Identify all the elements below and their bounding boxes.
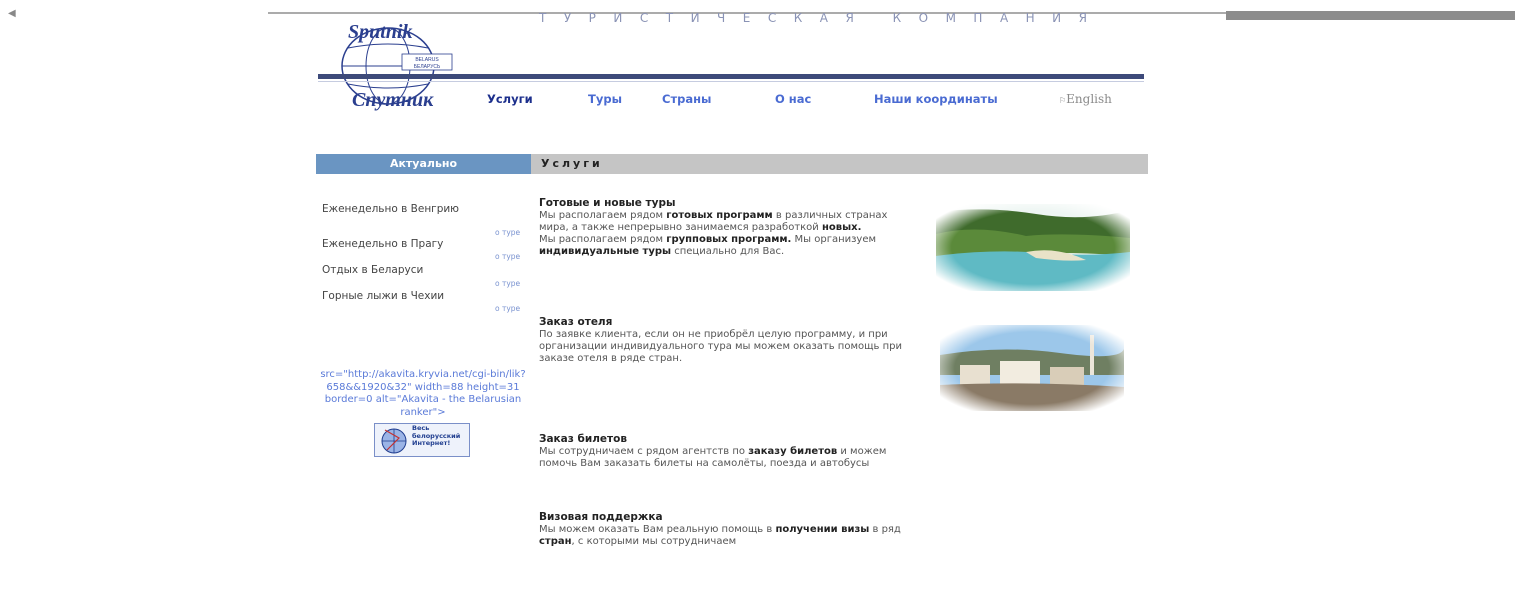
section-text-tours: Мы располагаем рядом готовых программ в … [539, 210, 888, 257]
sidebar-item-hungary[interactable]: Еженедельно в Венгрию [322, 203, 459, 215]
company-tagline: ТУРИСТИЧЕСКАЯ КОМПАНИЯ [539, 11, 1105, 25]
nav-tours[interactable]: Туры [588, 92, 622, 106]
sidebar-link-belarus[interactable]: о туре [495, 279, 520, 288]
section-text-visa: Мы можем оказать Вам реальную помощь в п… [539, 524, 901, 547]
section-title-visa: Визовая поддержка [539, 511, 663, 523]
header-rule-thin [318, 81, 1144, 82]
sputnik-logo[interactable]: BELARUS БЕЛАРУСЬ Sputnik Спутник [318, 14, 466, 118]
sidebar-heading: Актуально [316, 154, 531, 174]
content-heading: Услуги [531, 154, 1148, 174]
section-title-hotel: Заказ отеля [539, 316, 613, 328]
sidebar-link-hungary[interactable]: о туре [495, 228, 520, 237]
sidebar-link-czech-ski[interactable]: о туре [495, 304, 520, 313]
back-arrow-icon[interactable]: ◀ [8, 8, 16, 19]
nav-contacts[interactable]: Наши координаты [874, 92, 998, 106]
globe-icon [381, 428, 407, 454]
nav-about[interactable]: О нас [775, 92, 811, 106]
beach-photo [936, 204, 1130, 291]
banner-text: Весь белорусский Интернет! [412, 424, 461, 447]
sidebar-link-prague[interactable]: о туре [495, 252, 520, 261]
scrollbar-strip [1226, 11, 1515, 20]
town-photo [940, 325, 1124, 411]
sidebar-item-belarus[interactable]: Отдых в Беларуси [322, 264, 423, 276]
english-link[interactable]: ⚐English [1059, 92, 1112, 106]
logo-text-bottom: Спутник [352, 89, 434, 111]
logo-text-top: Sputnik [348, 21, 412, 43]
header-rule [318, 74, 1144, 79]
sidebar-item-prague[interactable]: Еженедельно в Прагу [322, 238, 443, 250]
section-title-tickets: Заказ билетов [539, 433, 627, 445]
section-text-tickets: Мы сотрудничаем с рядом агентств по зака… [539, 446, 887, 469]
section-text-hotel: По заявке клиента, если он не приобрёл ц… [539, 329, 902, 364]
logo-small-1: BELARUS [415, 57, 439, 63]
sidebar-item-czech-ski[interactable]: Горные лыжи в Чехии [322, 290, 444, 302]
nav-countries[interactable]: Страны [662, 92, 711, 106]
logo-small-2: БЕЛАРУСЬ [414, 64, 441, 70]
nav-services[interactable]: Услуги [487, 92, 533, 106]
english-label: English [1066, 92, 1112, 106]
counter-code-text: src="http://akavita.kryvia.net/cgi-bin/l… [320, 369, 526, 418]
section-title-tours: Готовые и новые туры [539, 197, 676, 209]
